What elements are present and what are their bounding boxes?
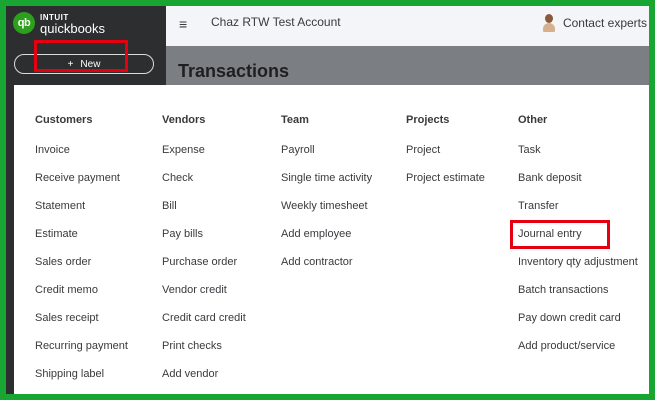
menu-item[interactable]: Receive payment [35, 172, 120, 184]
logo-wordmark: INTUIT quickbooks [40, 12, 106, 36]
contact-experts-button[interactable]: Contact experts [542, 14, 647, 32]
menu-item[interactable]: Statement [35, 200, 85, 212]
screenshot-frame: qb INTUIT quickbooks + New ≡ Chaz RTW Te… [0, 0, 655, 400]
page-title: Transactions [178, 61, 290, 81]
menu-item[interactable]: Print checks [162, 340, 222, 352]
menu-item[interactable]: Inventory qty adjustment [518, 256, 638, 268]
menu-item[interactable]: Add employee [281, 228, 351, 240]
menu-item[interactable]: Add product/service [518, 340, 615, 352]
menu-item[interactable]: Shipping label [35, 368, 104, 380]
menu-item[interactable]: Bill [162, 200, 177, 212]
menu-item[interactable]: Pay bills [162, 228, 203, 240]
menu-item[interactable]: Sales order [35, 256, 91, 268]
contact-experts-label: Contact experts [562, 16, 647, 30]
column-header: Team [281, 114, 309, 126]
menu-item[interactable]: Task [518, 144, 541, 156]
column-header: Vendors [162, 114, 206, 126]
menu-item[interactable]: Invoice [35, 144, 70, 156]
menu-item[interactable]: Payroll [281, 144, 315, 156]
menu-item[interactable]: Expense [162, 144, 205, 156]
new-menu-panel: Customers Invoice Receive payment Statem… [14, 85, 649, 394]
top-bar: ≡ Chaz RTW Test Account Contact experts [166, 6, 649, 46]
menu-item[interactable]: Vendor credit [162, 284, 227, 296]
hamburger-icon[interactable]: ≡ [179, 17, 195, 31]
new-button-highlight [34, 40, 128, 72]
menu-item[interactable]: Project estimate [406, 172, 485, 184]
quickbooks-logo[interactable]: qb INTUIT quickbooks [13, 12, 106, 36]
menu-item[interactable]: Check [162, 172, 193, 184]
menu-item[interactable]: Credit memo [35, 284, 98, 296]
menu-item[interactable]: Single time activity [281, 172, 372, 184]
menu-item[interactable]: Credit card credit [162, 312, 246, 324]
menu-item[interactable]: Purchase order [162, 256, 237, 268]
journal-entry-highlight [510, 220, 610, 249]
menu-item[interactable]: Transfer [518, 200, 559, 212]
menu-item[interactable]: Recurring payment [35, 340, 128, 352]
column-header: Other [518, 114, 548, 126]
column-header: Customers [35, 114, 93, 126]
menu-item[interactable]: Add contractor [281, 256, 353, 268]
menu-item[interactable]: Pay down credit card [518, 312, 621, 324]
menu-item[interactable]: Project [406, 144, 440, 156]
menu-item[interactable]: Weekly timesheet [281, 200, 368, 212]
account-name: Chaz RTW Test Account [211, 15, 341, 29]
menu-item[interactable]: Sales receipt [35, 312, 99, 324]
menu-item[interactable]: Add vendor [162, 368, 218, 380]
qb-logo-icon: qb [13, 12, 35, 34]
menu-item[interactable]: Batch transactions [518, 284, 609, 296]
menu-item[interactable]: Estimate [35, 228, 78, 240]
menu-item[interactable]: Bank deposit [518, 172, 582, 184]
logo-quickbooks: quickbooks [40, 21, 106, 36]
column-header: Projects [406, 114, 450, 126]
person-icon [542, 14, 556, 32]
